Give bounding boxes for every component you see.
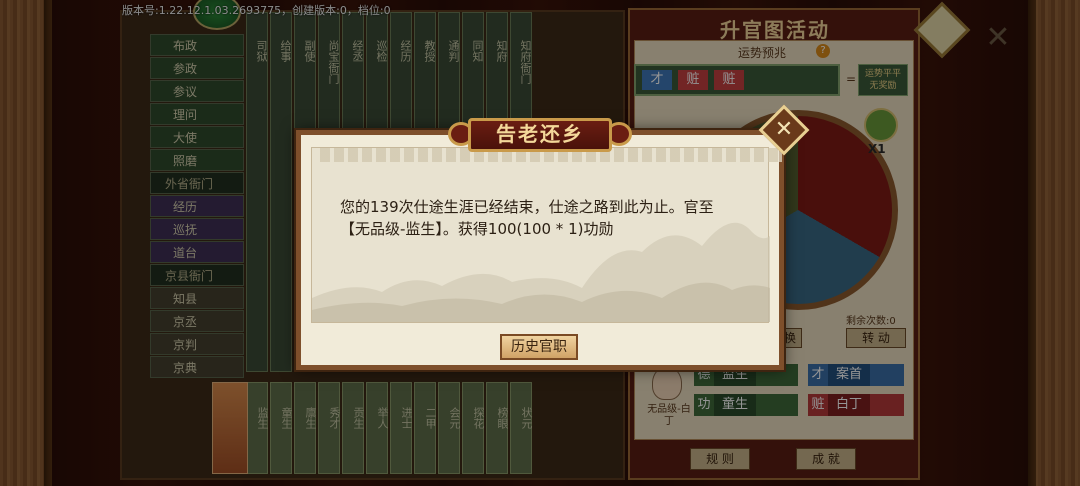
dialog-title: 告老还乡 bbox=[496, 122, 584, 146]
dialog-content-area: 您的139次仕途生涯已经结束，仕途之路到此为止。官至 【无品级-监生】。获得10… bbox=[311, 147, 782, 323]
close-icon[interactable]: ✕ bbox=[766, 112, 802, 148]
dialog-message: 您的139次仕途生涯已经结束，仕途之路到此为止。官至 【无品级-监生】。获得10… bbox=[340, 196, 776, 240]
dialog-title-bar: 告老还乡 bbox=[448, 112, 632, 156]
history-offices-button[interactable]: 历史官职 bbox=[500, 334, 578, 360]
dialog-message-line-2: 【无品级-监生】。获得100(100 * 1)功勋 bbox=[340, 220, 614, 238]
dialog-message-line-1: 您的139次仕途生涯已经结束，仕途之路到此为止。官至 bbox=[340, 198, 714, 216]
game-screen: 布政 参政 参议 理问 大使 照磨 外省衙门 经历 巡抚 道台 京县衙门 知县 京丞 京判 京典 司狱 给事副… bbox=[0, 0, 1080, 486]
